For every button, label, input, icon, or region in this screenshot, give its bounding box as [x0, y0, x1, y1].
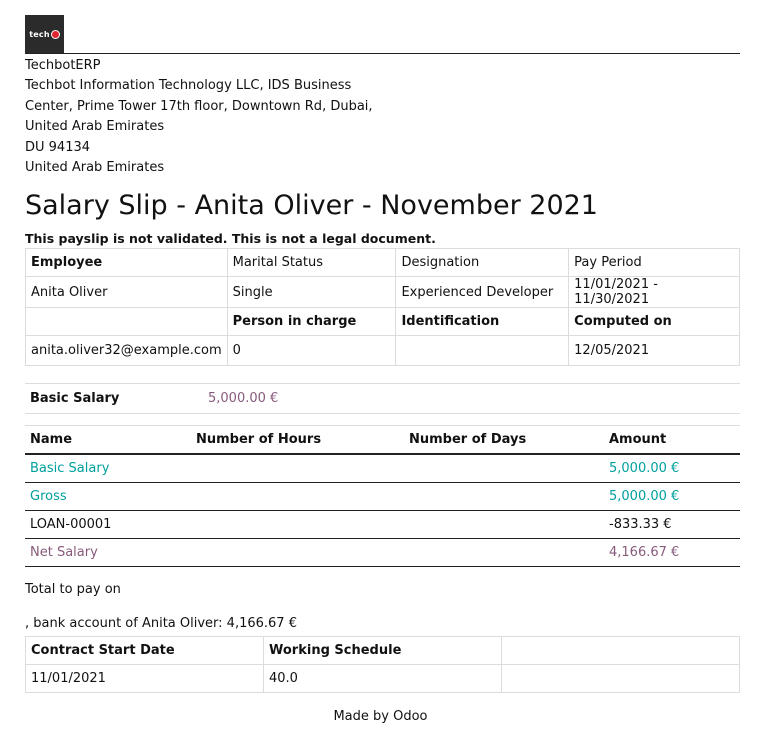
col-hours: Number of Hours [191, 425, 404, 455]
line-hours [191, 510, 404, 539]
table-row: Net Salary 4,166.67 € [25, 538, 740, 567]
employee-info-table: Employee Marital Status Designation Pay … [25, 248, 740, 366]
validation-warning: This payslip is not validated. This is n… [25, 231, 436, 246]
header-identification: Identification [395, 307, 570, 336]
header-computed-on: Computed on [568, 307, 740, 336]
pay-period: 11/01/2021 - 11/30/2021 [568, 276, 740, 308]
line-hours [191, 482, 404, 511]
marital-status: Single [226, 276, 397, 308]
line-amount: 5,000.00 € [604, 454, 740, 483]
line-name: Basic Salary [25, 454, 191, 483]
line-name: LOAN-00001 [25, 510, 191, 539]
contract-blank [501, 664, 740, 693]
line-hours [191, 454, 404, 483]
table-row: LOAN-00001 -833.33 € [25, 510, 740, 539]
identification [395, 335, 570, 366]
company-logo: tech [25, 15, 64, 54]
contract-start-date: 11/01/2021 [25, 664, 264, 693]
header-divider [25, 53, 740, 54]
line-name: Net Salary [25, 538, 191, 567]
header-working-schedule: Working Schedule [263, 636, 502, 665]
employee-email: anita.oliver32@example.com [25, 335, 228, 366]
col-amount: Amount [604, 425, 740, 455]
address-line: Techbot Information Technology LLC, IDS … [25, 78, 352, 94]
line-days [404, 510, 604, 539]
company-address: TechbotERP Techbot Information Technolog… [25, 56, 373, 178]
computed-on: 12/05/2021 [568, 335, 740, 366]
header-marital-status: Marital Status [226, 248, 397, 277]
line-days [404, 454, 604, 483]
basic-salary-table: Basic Salary 5,000.00 € [25, 383, 740, 414]
line-hours [191, 538, 404, 567]
address-line: DU 94134 [25, 139, 91, 155]
logo-dot-icon [50, 30, 60, 39]
header-contract-start: Contract Start Date [25, 636, 264, 665]
header-employee: Employee [25, 248, 228, 277]
address-line: United Arab Emirates [25, 119, 165, 135]
line-amount: -833.33 € [604, 510, 740, 539]
bank-account-line: , bank account of Anita Oliver: 4,166.67… [25, 616, 297, 631]
payslip-lines-table: Name Number of Hours Number of Days Amou… [25, 425, 740, 567]
page-title: Salary Slip - Anita Oliver - November 20… [25, 190, 598, 221]
address-line: United Arab Emirates [25, 160, 165, 176]
line-days [404, 538, 604, 567]
designation: Experienced Developer [395, 276, 570, 308]
total-to-pay: Total to pay on [25, 582, 121, 597]
table-row: Basic Salary 5,000.00 € [25, 454, 740, 483]
line-amount: 5,000.00 € [604, 482, 740, 511]
header-person-in-charge: Person in charge [226, 307, 397, 336]
col-name: Name [25, 425, 191, 455]
company-name: TechbotERP [25, 58, 101, 73]
footer: Made by Odoo [333, 709, 428, 724]
basic-salary-value: 5,000.00 € [203, 383, 740, 414]
header-designation: Designation [395, 248, 570, 277]
header-pay-period: Pay Period [568, 248, 740, 277]
line-days [404, 482, 604, 511]
table-row: Gross 5,000.00 € [25, 482, 740, 511]
working-schedule: 40.0 [263, 664, 502, 693]
employee-name: Anita Oliver [25, 276, 228, 308]
line-name: Gross [25, 482, 191, 511]
header-blank [501, 636, 740, 665]
header-blank [25, 307, 228, 336]
person-in-charge: 0 [226, 335, 397, 366]
line-amount: 4,166.67 € [604, 538, 740, 567]
contract-table: Contract Start Date Working Schedule 11/… [25, 636, 740, 693]
basic-salary-label: Basic Salary [25, 383, 203, 414]
col-days: Number of Days [404, 425, 604, 455]
logo-text: tech [29, 30, 50, 39]
address-line: Center, Prime Tower 17th floor, Downtown… [25, 98, 373, 114]
